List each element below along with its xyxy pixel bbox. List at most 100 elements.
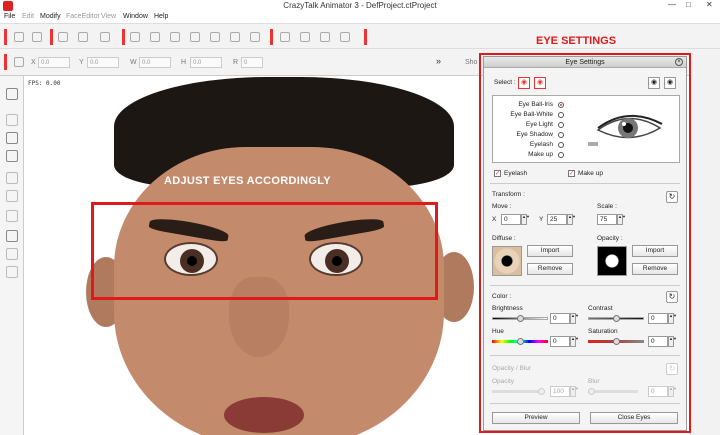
close-eyes-button[interactable]: Close Eyes: [590, 412, 678, 424]
transform-tool-icon[interactable]: [280, 32, 290, 42]
diffuse-remove-button[interactable]: Remove: [527, 263, 573, 275]
brightness-knob[interactable]: [517, 315, 524, 322]
part-radio-light[interactable]: [558, 122, 564, 128]
close-icon[interactable]: ×: [675, 58, 683, 66]
eye-settings-panel: Eye Settings × Select : ◉ ◉ ◉ ◉ Eye Ball…: [483, 56, 687, 431]
minimize-button[interactable]: —: [668, 0, 676, 9]
saturation-knob[interactable]: [613, 338, 620, 345]
grid-icon[interactable]: [6, 248, 18, 260]
contrast-input[interactable]: 0: [648, 313, 668, 324]
part-radio-shadow[interactable]: [558, 132, 564, 138]
home-icon[interactable]: [340, 32, 350, 42]
blur-input[interactable]: 0: [648, 386, 668, 397]
shape-icon[interactable]: [6, 210, 18, 222]
x-input[interactable]: 0.0: [38, 57, 70, 68]
scale-input[interactable]: 75: [597, 214, 617, 225]
saturation-stepper[interactable]: ▲▼: [668, 336, 677, 347]
preview-button[interactable]: Preview: [492, 412, 580, 424]
blur-stepper[interactable]: ▲▼: [668, 386, 677, 397]
both-eyes-left-icon[interactable]: ◉: [648, 77, 660, 89]
undo-icon[interactable]: [14, 32, 24, 42]
menu-modify[interactable]: Modify: [40, 13, 61, 20]
scene-icon[interactable]: [6, 88, 18, 100]
layer-icon[interactable]: [6, 266, 18, 278]
head-tool-icon[interactable]: [170, 32, 180, 42]
hue-input[interactable]: 0: [550, 336, 570, 347]
move-y-stepper[interactable]: ▲▼: [567, 214, 576, 225]
opacity-thumbnail[interactable]: [597, 246, 627, 276]
w-input[interactable]: 0.0: [139, 57, 171, 68]
contrast-stepper[interactable]: ▲▼: [668, 313, 677, 324]
menu-view[interactable]: View: [101, 13, 116, 20]
left-eye-select-icon[interactable]: ◉: [518, 77, 530, 89]
link-tool-icon[interactable]: [100, 32, 110, 42]
sprite-icon[interactable]: [6, 172, 18, 184]
makeup-checkbox-label: Make up: [578, 170, 603, 177]
bone-icon[interactable]: [6, 132, 18, 144]
move-tool-icon[interactable]: [78, 32, 88, 42]
menu-faceeditor[interactable]: FaceEditor: [66, 13, 100, 20]
opacity-slider[interactable]: [492, 390, 542, 393]
part-radio-eyelash[interactable]: [558, 142, 564, 148]
image-tool-icon[interactable]: [150, 32, 160, 42]
saturation-input[interactable]: 0: [648, 336, 668, 347]
transform-reset-icon[interactable]: ↻: [666, 191, 678, 203]
eye-tool-icon[interactable]: [210, 32, 220, 42]
opacity-remove-button[interactable]: Remove: [632, 263, 678, 275]
face-tool-icon[interactable]: [190, 32, 200, 42]
h-input[interactable]: 0.0: [190, 57, 222, 68]
select-tool-icon[interactable]: [58, 32, 68, 42]
r-input[interactable]: 0: [241, 57, 263, 68]
maximize-button[interactable]: □: [686, 0, 691, 9]
part-label-makeup: Make up: [528, 151, 553, 158]
part-radio-makeup[interactable]: [558, 152, 564, 158]
move-x-input[interactable]: 0: [501, 214, 521, 225]
menu-window[interactable]: Window: [123, 13, 148, 20]
prop-icon[interactable]: [6, 190, 18, 202]
more-chevron-icon[interactable]: »: [436, 56, 441, 66]
color-reset-icon[interactable]: ↻: [666, 291, 678, 303]
pose-icon[interactable]: [6, 150, 18, 162]
opacity-stepper[interactable]: ▲▼: [570, 386, 579, 397]
opacity-knob[interactable]: [538, 388, 545, 395]
scale-label: Scale :: [597, 203, 617, 210]
move-arrows-icon[interactable]: [300, 32, 310, 42]
y-input[interactable]: 0.0: [87, 57, 119, 68]
part-radio-white[interactable]: [558, 112, 564, 118]
menu-help[interactable]: Help: [154, 13, 168, 20]
hue-stepper[interactable]: ▲▼: [570, 336, 579, 347]
menu-file[interactable]: File: [4, 13, 15, 20]
blur-slider[interactable]: [588, 390, 638, 393]
close-button[interactable]: ✕: [706, 0, 713, 9]
character-tool-icon[interactable]: [130, 32, 140, 42]
makeup-checkbox[interactable]: ✓: [568, 170, 575, 177]
move-x-stepper[interactable]: ▲▼: [521, 214, 530, 225]
pin-icon[interactable]: [14, 57, 24, 67]
redo-icon[interactable]: [32, 32, 42, 42]
right-eye-select-icon[interactable]: ◉: [534, 77, 546, 89]
menu-edit[interactable]: Edit: [22, 13, 34, 20]
actor-icon[interactable]: [6, 114, 18, 126]
select-label: Select :: [494, 79, 516, 86]
both-eyes-right-icon[interactable]: ◉: [664, 77, 676, 89]
toolbar-separator: [50, 29, 53, 45]
opacity-blur-reset-icon[interactable]: ↻: [666, 363, 678, 375]
diffuse-import-button[interactable]: Import: [527, 245, 573, 257]
contrast-knob[interactable]: [613, 315, 620, 322]
scale-stepper[interactable]: ▲▼: [617, 214, 626, 225]
part-radio-iris[interactable]: [558, 102, 564, 108]
hue-knob[interactable]: [517, 338, 524, 345]
puppet-tool-icon[interactable]: [250, 32, 260, 42]
right-dock: [690, 56, 720, 435]
rotate-icon[interactable]: [320, 32, 330, 42]
brightness-input[interactable]: 0: [550, 313, 570, 324]
mouth-tool-icon[interactable]: [230, 32, 240, 42]
opacity-input[interactable]: 100: [550, 386, 570, 397]
face-settings-icon[interactable]: [6, 230, 18, 242]
opacity-import-button[interactable]: Import: [632, 245, 678, 257]
blur-knob[interactable]: [588, 388, 595, 395]
eyelash-checkbox[interactable]: ✓: [494, 170, 501, 177]
brightness-stepper[interactable]: ▲▼: [570, 313, 579, 324]
diffuse-thumbnail[interactable]: [492, 246, 522, 276]
move-y-input[interactable]: 25: [547, 214, 567, 225]
